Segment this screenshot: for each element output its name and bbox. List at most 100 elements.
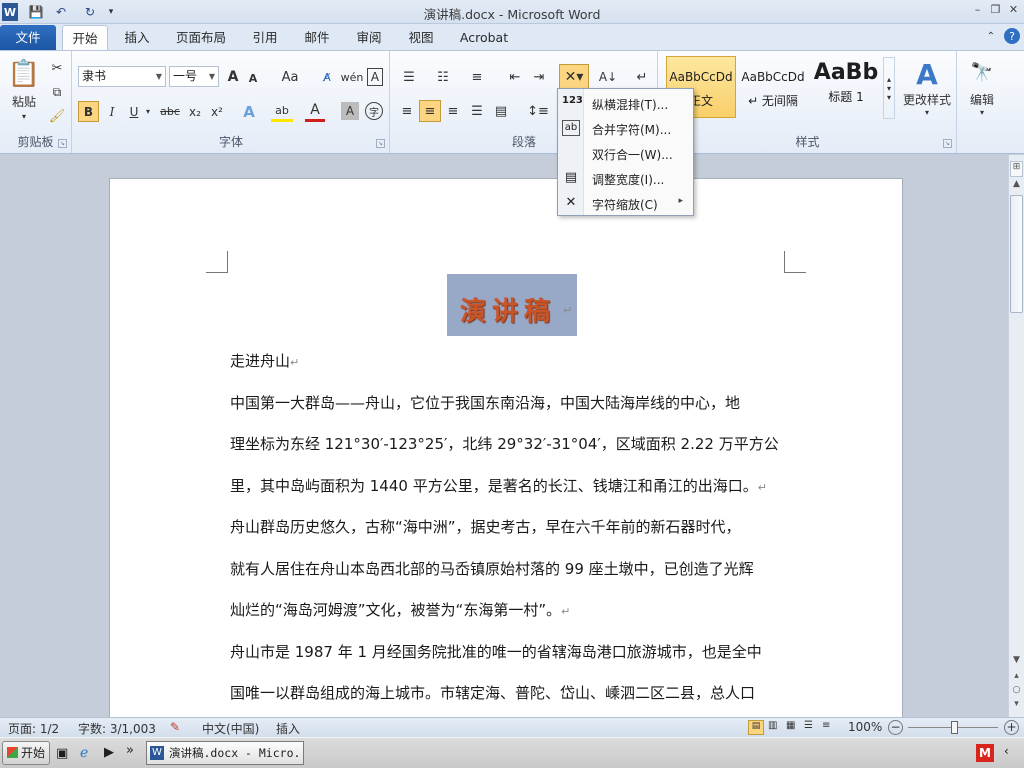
- proofing-icon[interactable]: ✎: [170, 720, 180, 734]
- highlight-button[interactable]: ab: [271, 101, 293, 122]
- strikethrough-button[interactable]: abc: [157, 101, 183, 122]
- tab-page-layout[interactable]: 页面布局: [168, 25, 234, 50]
- enclose-characters-button[interactable]: 字: [365, 102, 383, 120]
- paste-button-label[interactable]: 粘贴: [6, 93, 42, 109]
- zoom-slider-thumb[interactable]: [951, 721, 958, 734]
- status-word-count[interactable]: 字数: 3/1,003: [78, 720, 156, 737]
- close-icon[interactable]: ✕: [1006, 3, 1021, 18]
- restore-icon[interactable]: ❐: [988, 3, 1003, 18]
- character-border-icon[interactable]: A: [367, 68, 383, 86]
- doc-line[interactable]: 中国第一大群岛——舟山，它位于我国东南沿海，中国大陆海岸线的中心，地: [230, 392, 740, 413]
- next-page-icon[interactable]: ▾: [1010, 699, 1023, 711]
- status-insert-mode[interactable]: 插入: [276, 720, 300, 737]
- scroll-up-icon[interactable]: ▲: [1010, 179, 1023, 191]
- line-spacing-icon[interactable]: ↕≡: [527, 101, 549, 121]
- menu-item-two-lines-in-one[interactable]: 双行合一(W)...: [558, 141, 693, 165]
- character-shading-button[interactable]: A: [341, 102, 359, 120]
- change-styles-label[interactable]: 更改样式: [899, 91, 955, 107]
- styles-launcher-icon[interactable]: ↘: [943, 139, 952, 148]
- ruler-toggle-icon[interactable]: ⊞: [1010, 161, 1023, 177]
- multilevel-list-icon[interactable]: ≡: [465, 67, 489, 87]
- show-marks-icon[interactable]: ↵: [633, 67, 651, 87]
- numbering-icon[interactable]: ☷: [431, 67, 455, 87]
- doc-line[interactable]: 舟山群岛历史悠久，古称“海中洲”，据史考古，早在六千年前的新石器时代，: [230, 516, 741, 537]
- align-center-icon[interactable]: ≡: [419, 100, 441, 122]
- scroll-thumb[interactable]: [1010, 195, 1023, 313]
- start-button[interactable]: 开始: [2, 741, 50, 765]
- sort-icon[interactable]: A↓: [597, 67, 619, 87]
- superscript-button[interactable]: x²: [207, 101, 227, 122]
- zoom-in-icon[interactable]: +: [1004, 720, 1019, 735]
- status-language[interactable]: 中文(中国): [202, 720, 259, 737]
- distributed-icon[interactable]: ▤: [491, 101, 511, 121]
- previous-page-icon[interactable]: ▴: [1010, 671, 1023, 683]
- justify-icon[interactable]: ☰: [467, 101, 487, 121]
- outline-view-icon[interactable]: ☰: [804, 720, 813, 731]
- print-layout-view-icon[interactable]: ▤: [748, 720, 764, 735]
- grow-font-icon[interactable]: A: [224, 67, 242, 87]
- doc-line[interactable]: 舟山市是 1987 年 1 月经国务院批准的唯一的省辖海岛港口旅游城市，也是全中: [230, 641, 762, 662]
- editing-dropdown-icon[interactable]: ▾: [976, 107, 988, 117]
- align-right-icon[interactable]: ≡: [443, 101, 463, 121]
- taskbar-item-word[interactable]: W 演讲稿.docx - Micro...: [146, 741, 304, 765]
- tab-mailings[interactable]: 邮件: [294, 25, 340, 50]
- tab-file[interactable]: 文件: [0, 25, 56, 50]
- menu-item-vertical-in-horizontal[interactable]: 123 纵横混排(T)...: [558, 91, 693, 115]
- tab-home[interactable]: 开始: [62, 25, 108, 50]
- collapse-ribbon-icon[interactable]: ⌃: [984, 28, 998, 44]
- change-styles-dropdown-icon[interactable]: ▾: [921, 107, 933, 117]
- paste-dropdown-icon[interactable]: ▾: [18, 111, 30, 121]
- cut-icon[interactable]: ✂: [48, 59, 66, 77]
- doc-line[interactable]: 灿烂的“海岛河姆渡”文化，被誉为“东海第一村”。↵: [230, 599, 570, 620]
- copy-icon[interactable]: ⧉: [48, 83, 66, 101]
- phonetic-guide-icon[interactable]: wén: [341, 67, 364, 87]
- web-layout-view-icon[interactable]: ▦: [786, 720, 795, 731]
- styles-gallery-scroll[interactable]: ▴ ▾ ▾: [883, 57, 895, 119]
- chinese-layout-button[interactable]: ✕▾: [559, 64, 589, 90]
- font-name-combo[interactable]: 隶书 ▼: [78, 66, 166, 87]
- document-page[interactable]: 演讲稿 ↵ 走进舟山↵ 中国第一大群岛——舟山，它位于我国东南沿海，中国大陆海岸…: [109, 178, 903, 717]
- paste-icon[interactable]: 📋: [8, 57, 40, 91]
- style-no-spacing[interactable]: AaBbCcDd ↵ 无间隔: [738, 56, 808, 118]
- media-player-icon[interactable]: ▶: [104, 745, 114, 760]
- align-left-icon[interactable]: ≡: [397, 101, 417, 121]
- doc-line[interactable]: 就有人居住在舟山本岛西北部的马岙镇原始村落的 99 座土墩中，已创造了光辉: [230, 558, 754, 579]
- style-heading-1[interactable]: AaBb 标题 1: [810, 56, 882, 118]
- clear-format-icon[interactable]: A̸: [317, 67, 337, 87]
- tab-view[interactable]: 视图: [398, 25, 444, 50]
- show-desktop-icon[interactable]: ▣: [56, 746, 68, 761]
- draft-view-icon[interactable]: ≡: [822, 720, 830, 731]
- tray-app-icon[interactable]: M: [976, 744, 994, 762]
- browse-object-icon[interactable]: ○: [1010, 685, 1023, 697]
- full-screen-reading-view-icon[interactable]: ▥: [768, 720, 777, 731]
- clipboard-launcher-icon[interactable]: ↘: [58, 139, 67, 148]
- doc-line[interactable]: 国唯一以群岛组成的海上城市。市辖定海、普陀、岱山、嵊泗二区二县，总人口: [230, 682, 755, 703]
- font-launcher-icon[interactable]: ↘: [376, 139, 385, 148]
- minimize-icon[interactable]: –: [970, 3, 985, 18]
- bullets-icon[interactable]: ☰: [397, 67, 421, 87]
- tab-references[interactable]: 引用: [242, 25, 288, 50]
- tab-review[interactable]: 审阅: [346, 25, 392, 50]
- decrease-indent-icon[interactable]: ⇤: [505, 67, 525, 87]
- text-effects-button[interactable]: A: [239, 101, 259, 122]
- change-styles-icon[interactable]: A: [903, 57, 951, 91]
- editing-button-label[interactable]: 编辑: [960, 91, 1004, 107]
- menu-item-character-scaling[interactable]: ✕ 字符缩放(C) ▸: [558, 191, 693, 215]
- find-binoculars-icon[interactable]: 🔭: [966, 57, 998, 87]
- italic-button[interactable]: I: [103, 101, 121, 122]
- status-page[interactable]: 页面: 1/2: [8, 720, 59, 737]
- subscript-button[interactable]: x₂: [185, 101, 205, 122]
- increase-indent-icon[interactable]: ⇥: [529, 67, 549, 87]
- doc-heading[interactable]: 走进舟山↵: [230, 350, 299, 371]
- doc-line[interactable]: 里，其中岛屿面积为 1440 平方公里，是著名的长江、钱塘江和甬江的出海口。↵: [230, 475, 767, 496]
- taskbar-overflow-icon[interactable]: »: [126, 743, 134, 758]
- bold-button[interactable]: B: [78, 101, 99, 122]
- menu-item-combine-characters[interactable]: ab 合并字符(M)...: [558, 116, 693, 140]
- shrink-font-icon[interactable]: A: [245, 69, 261, 87]
- document-title[interactable]: 演讲稿: [447, 291, 569, 328]
- font-size-combo[interactable]: 一号 ▼: [169, 66, 219, 87]
- underline-dropdown-icon[interactable]: ▾: [143, 101, 153, 122]
- document-area[interactable]: 演讲稿 ↵ 走进舟山↵ 中国第一大群岛——舟山，它位于我国东南沿海，中国大陆海岸…: [0, 155, 1008, 717]
- tray-expand-icon[interactable]: ‹: [1004, 744, 1009, 758]
- tab-acrobat[interactable]: Acrobat: [452, 25, 516, 50]
